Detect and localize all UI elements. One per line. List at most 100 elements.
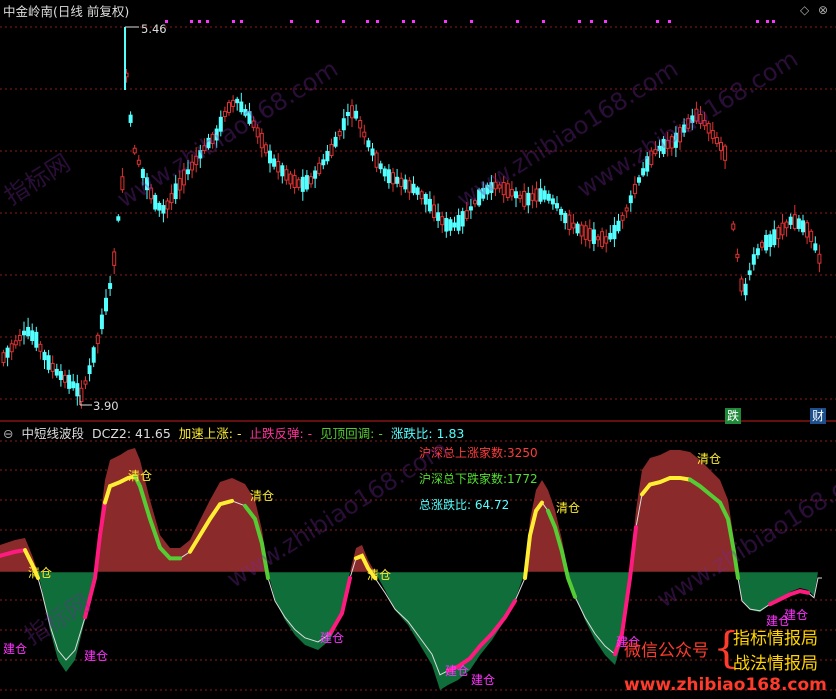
candle-body: [567, 214, 572, 230]
candle-body: [202, 145, 207, 152]
candle-body: [460, 211, 465, 227]
candle-body: [194, 155, 199, 166]
candle-body: [809, 230, 814, 242]
candle-body: [514, 191, 518, 199]
candle-body: [604, 236, 609, 244]
candle-body: [341, 118, 346, 131]
candle-body: [30, 330, 35, 342]
candle-body: [218, 116, 223, 132]
candle-body: [63, 374, 67, 383]
low-price-label: 3.90: [93, 399, 119, 413]
candle-body: [403, 179, 408, 190]
candle-body: [181, 169, 186, 186]
candle-body: [423, 194, 428, 205]
rebound-label: 止跌反弹: -: [249, 426, 313, 441]
signal-clear-6: 清仓: [697, 452, 722, 466]
candle-body: [136, 159, 141, 165]
candle-body: [132, 147, 137, 154]
candle-body: [731, 223, 736, 230]
signal-clear-3: 清仓: [250, 489, 275, 503]
candle-body: [497, 184, 502, 189]
signal-clear-4: 清仓: [367, 568, 392, 582]
candle-body: [292, 175, 297, 189]
candle-body: [112, 251, 117, 266]
candle-body: [591, 229, 596, 244]
indicator-collapse-icon[interactable]: ⊖: [3, 426, 13, 441]
candle-body: [801, 220, 805, 233]
candle-body: [432, 204, 436, 219]
candle-body: [587, 228, 592, 242]
candle-body: [805, 222, 810, 238]
candle-body: [780, 222, 785, 236]
event-marker: [412, 20, 415, 23]
candle-body: [304, 175, 309, 190]
signal-build-8: 建仓: [784, 608, 809, 622]
candle-body: [378, 163, 383, 170]
candle-body: [620, 214, 625, 221]
candle-body: [374, 152, 379, 168]
candle-body: [354, 110, 359, 119]
event-marker: [444, 20, 447, 23]
candle-body: [501, 182, 506, 196]
candle-body: [698, 113, 703, 125]
candle-body: [108, 283, 113, 289]
top-label: 见顶回调: -: [320, 426, 383, 441]
candle-body: [296, 179, 301, 188]
candle-body: [259, 132, 264, 149]
candle-body: [169, 193, 174, 204]
candle-body: [661, 138, 666, 154]
candle-body: [612, 225, 617, 240]
collapse-icon[interactable]: ⊗: [818, 3, 828, 17]
candle-body: [317, 162, 322, 175]
signal-build-3: 建仓: [320, 631, 345, 645]
candle-body: [231, 99, 236, 107]
candle-body: [436, 212, 441, 221]
event-marker: [470, 20, 473, 23]
candle-body: [419, 191, 424, 200]
accel-label: 加速上涨: -: [178, 426, 242, 441]
candle-body: [395, 176, 400, 184]
event-marker: [206, 20, 209, 23]
candle-body: [669, 136, 674, 149]
candle-body: [489, 182, 494, 193]
candle-body: [1, 352, 6, 363]
candle-body: [637, 177, 641, 183]
signal-build-2: 建仓: [84, 649, 109, 663]
candle-body: [735, 253, 740, 259]
candle-body: [788, 216, 793, 225]
candle-body: [628, 195, 633, 204]
candle-body: [526, 192, 531, 206]
candle-body: [575, 223, 580, 234]
candle-body: [747, 270, 752, 275]
candle-body: [448, 219, 453, 231]
candle-body: [95, 334, 100, 345]
promo-line1: 指标情报局: [733, 629, 818, 649]
candle-body: [263, 144, 268, 154]
fall-area: [0, 572, 822, 690]
event-marker: [604, 20, 607, 23]
candlestick-series: [1, 26, 822, 409]
event-marker: [316, 20, 319, 23]
candle-body: [247, 111, 252, 124]
promo-prefix: 微信公众号: [624, 641, 709, 661]
candle-body: [456, 215, 461, 231]
candle-body: [382, 168, 387, 177]
candle-body: [784, 221, 789, 229]
indicator-header: ⊖ 中短线波段 DCZ2: 41.65 加速上涨: - 止跌反弹: - 见顶回调…: [3, 426, 468, 442]
candle-body: [723, 145, 728, 161]
event-marker: [656, 20, 659, 23]
signal-clear-2: 清仓: [128, 469, 153, 483]
candle-body: [719, 141, 723, 151]
candle-body: [739, 278, 744, 292]
candle-body: [751, 254, 756, 265]
candle-body: [165, 200, 170, 210]
candle-body: [268, 150, 272, 164]
candle-body: [206, 137, 211, 149]
candle-body: [710, 130, 715, 139]
candle-body: [702, 120, 707, 127]
candle-body: [678, 127, 682, 143]
candle-body: [128, 114, 133, 123]
candle-body: [5, 347, 10, 358]
candle-body: [559, 208, 564, 215]
expand-icon[interactable]: ◇: [800, 3, 809, 17]
